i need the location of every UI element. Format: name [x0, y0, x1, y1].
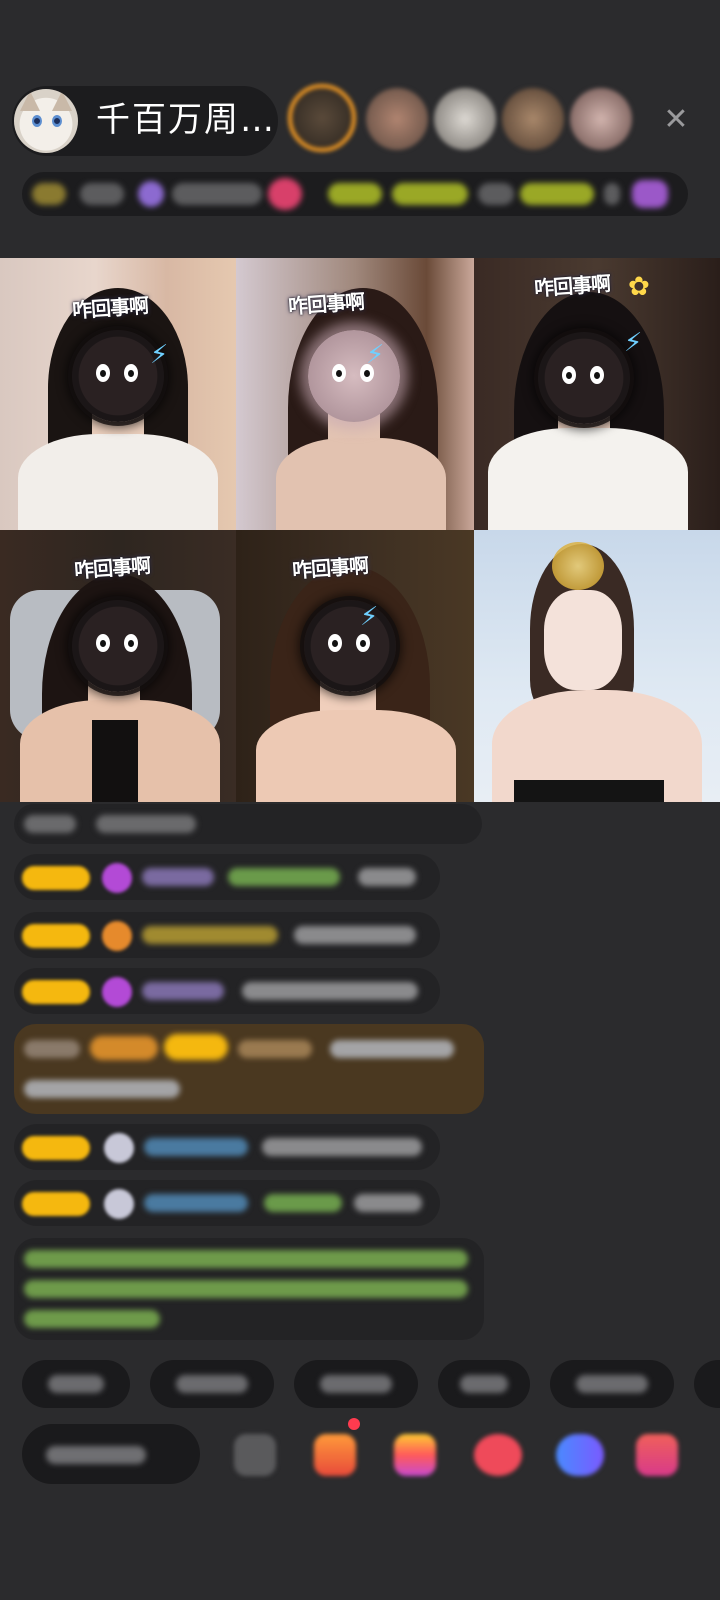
tile-sticker: 咋回事啊: [73, 553, 151, 583]
pink-gift-icon[interactable]: [474, 1434, 522, 1476]
heart-icon: [268, 178, 302, 210]
zap-icon: ⚡: [360, 602, 379, 632]
viewer-avatar-3[interactable]: [434, 88, 496, 150]
viewer-avatar-5[interactable]: [570, 88, 632, 150]
quick-chip-3[interactable]: [294, 1360, 418, 1408]
tile-sticker: 咋回事啊: [287, 289, 365, 319]
chat-message: [14, 968, 440, 1014]
blue-gift-icon[interactable]: [556, 1434, 604, 1476]
rank-label: [392, 183, 468, 205]
level-badge: [32, 183, 66, 205]
quick-chip-2[interactable]: [150, 1360, 274, 1408]
room-info-bar[interactable]: [22, 172, 688, 216]
host-name: 千百万周…: [96, 100, 276, 140]
close-icon[interactable]: ✕: [660, 104, 692, 136]
host-info-pill[interactable]: 千百万周…: [12, 86, 278, 156]
info-text: [478, 183, 514, 205]
rank-label: [328, 183, 382, 205]
video-tile-5[interactable]: 咋回事啊 ⚡: [236, 530, 474, 802]
zap-icon: ⚡: [150, 340, 169, 370]
video-tile-4[interactable]: 咋回事啊: [0, 530, 238, 802]
quick-chip-6[interactable]: [694, 1360, 720, 1408]
zap-icon: ⚡: [366, 340, 385, 370]
chat-message: [14, 1124, 440, 1170]
tile-sticker: 咋回事啊: [533, 271, 611, 301]
video-tile-2[interactable]: 咋回事啊 ⚡: [236, 258, 474, 530]
gift-box-icon[interactable]: [314, 1434, 356, 1476]
tile-sticker: 咋回事啊: [291, 553, 369, 583]
quick-chip-4[interactable]: [438, 1360, 530, 1408]
video-tile-3[interactable]: 咋回事啊 ✿ ⚡: [474, 258, 720, 530]
system-notice: [14, 1238, 484, 1340]
video-tile-6[interactable]: [474, 530, 720, 802]
gift-icon: [632, 180, 668, 208]
info-text: [604, 183, 620, 205]
fans-icon: [138, 181, 164, 207]
info-text: [80, 183, 124, 205]
viewer-avatar-1[interactable]: [288, 84, 356, 152]
tile-sticker: 咋回事啊: [71, 293, 149, 323]
video-tile-1[interactable]: 咋回事啊 ⚡: [0, 258, 238, 530]
chat-message: [14, 804, 482, 844]
chat-message-highlight: [14, 1024, 484, 1114]
emoji-icon[interactable]: [234, 1434, 276, 1476]
more-icon[interactable]: [636, 1434, 678, 1476]
host-avatar[interactable]: [14, 89, 78, 153]
chat-message: [14, 912, 440, 958]
multi-guest-video-grid: 咋回事啊 ⚡ 咋回事啊 ⚡ 咋回事啊 ✿ ⚡ 咋回事啊 咋回事啊 ⚡: [0, 258, 720, 802]
flower-icon: ✿: [628, 272, 650, 302]
quick-chip-1[interactable]: [22, 1360, 130, 1408]
crown-effect: [552, 542, 604, 590]
quick-chip-5[interactable]: [550, 1360, 674, 1408]
rainbow-gift-icon[interactable]: [394, 1434, 436, 1476]
info-text: [172, 183, 262, 205]
chat-message: [14, 1180, 440, 1226]
viewer-avatar-4[interactable]: [502, 88, 564, 150]
notification-dot: [348, 1418, 360, 1430]
viewer-avatar-2[interactable]: [366, 88, 428, 150]
chat-message: [14, 854, 440, 900]
rank-label: [520, 183, 594, 205]
zap-icon: ⚡: [624, 328, 643, 358]
chat-input[interactable]: [22, 1424, 200, 1484]
